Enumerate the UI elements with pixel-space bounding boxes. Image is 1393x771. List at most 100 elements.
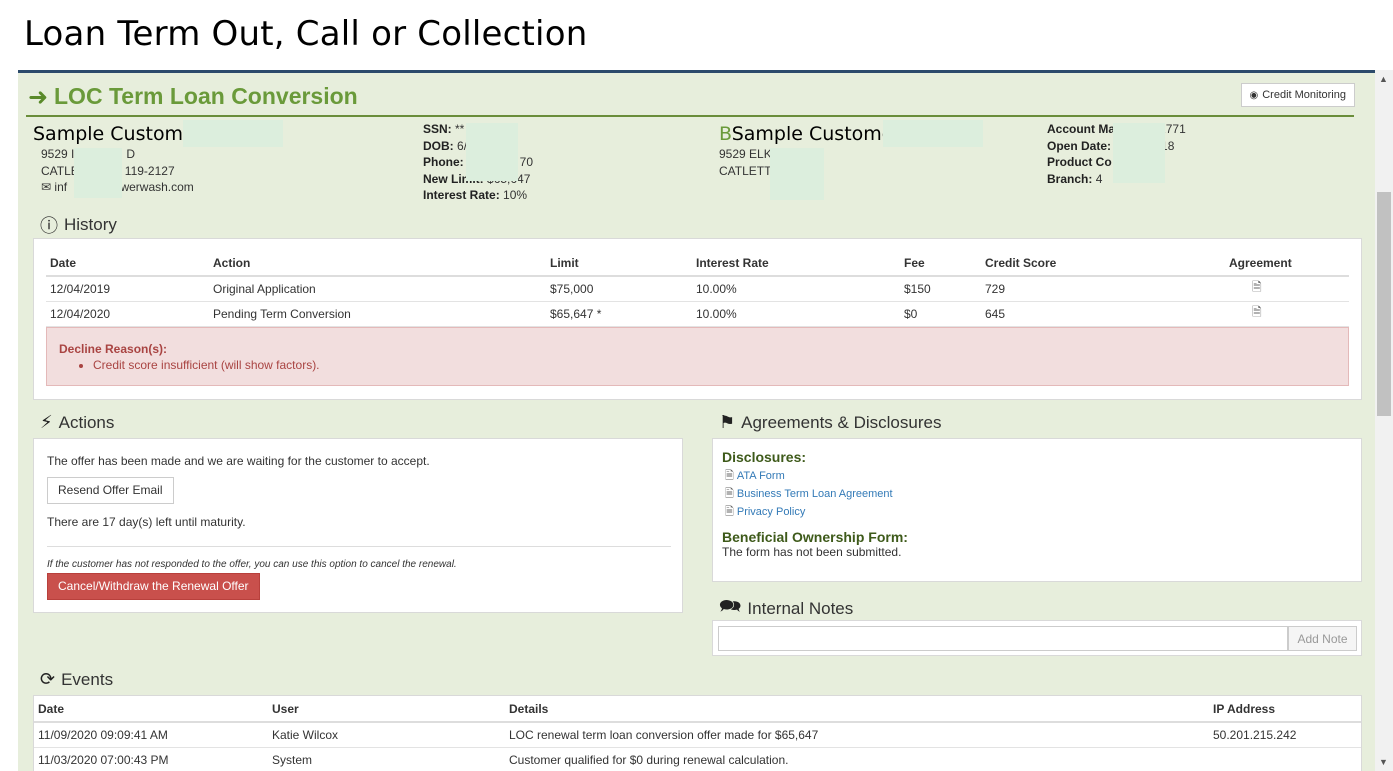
product-code-label: Product Co xyxy=(1047,155,1112,169)
credit-monitoring-button[interactable]: ◉ Credit Monitoring xyxy=(1240,83,1355,107)
agreements-panel: Disclosures: 🗎 ATA Form 🗎 Business Term Lo… xyxy=(712,438,1362,582)
link-label: Privacy Policy xyxy=(736,506,806,518)
decline-title: Decline Reason(s): xyxy=(59,342,168,356)
agreements-heading: ⚑ Agreements & Disclosures xyxy=(719,412,941,433)
history-fee: $0 xyxy=(900,301,981,327)
divider xyxy=(47,546,671,547)
event-user: Katie Wilcox xyxy=(268,722,505,748)
pdf-file-icon[interactable]: 🗎 xyxy=(1252,280,1262,294)
business-prefix: B xyxy=(719,123,732,145)
history-col-rate: Interest Rate xyxy=(692,250,900,277)
events-heading: ⟳ Events xyxy=(40,669,113,690)
phone-value: 70 xyxy=(519,155,534,169)
tag-icon: ⚑ xyxy=(719,412,736,432)
bolt-icon: ⚡ xyxy=(40,412,53,432)
redaction xyxy=(74,148,122,198)
business-term-loan-agreement-link[interactable]: 🗎 Business Term Loan Agreement xyxy=(725,485,908,503)
note-input[interactable] xyxy=(718,626,1288,651)
maturity-text: There are 17 day(s) left until maturity. xyxy=(47,515,246,529)
scroll-down-arrow-icon[interactable]: ▼ xyxy=(1379,757,1388,767)
page-header: ➜ LOC Term Loan Conversion ◉ Credit Moni… xyxy=(26,81,1355,117)
history-col-fee: Fee xyxy=(900,250,981,277)
waiting-text: The offer has been made and we are waiti… xyxy=(47,454,430,468)
history-limit: $65,647 * xyxy=(546,301,692,327)
actions-heading-text: Actions xyxy=(58,412,115,432)
ata-form-link[interactable]: 🗎 ATA Form xyxy=(725,467,908,485)
redaction xyxy=(883,120,983,147)
table-row: 12/04/2020 Pending Term Conversion $65,6… xyxy=(46,301,1349,327)
events-col-user: User xyxy=(268,696,505,723)
history-fee: $150 xyxy=(900,276,981,302)
scroll-up-arrow-icon[interactable]: ▲ xyxy=(1379,74,1388,84)
business-city: CATLETT, xyxy=(719,163,774,178)
redaction xyxy=(1113,123,1165,183)
resend-offer-button[interactable]: Resend Offer Email xyxy=(47,477,174,504)
cancel-renewal-button[interactable]: Cancel/Withdraw the Renewal Offer xyxy=(47,573,260,600)
link-label: ATA Form xyxy=(736,470,785,482)
history-icon: ⟳ xyxy=(40,669,56,689)
table-row: 11/09/2020 09:09:41 AM Katie Wilcox LOC … xyxy=(34,722,1361,748)
add-note-button[interactable]: Add Note xyxy=(1288,626,1357,651)
interest-rate-label: Interest Rate: xyxy=(423,188,500,202)
open-date-label: Open Date: xyxy=(1047,138,1112,153)
history-panel: Date Action Limit Interest Rate Fee Cred… xyxy=(33,238,1362,400)
history-score: 645 xyxy=(981,301,1225,327)
customer-address-end: D xyxy=(126,147,136,161)
decline-alert: Decline Reason(s): Credit score insuffic… xyxy=(46,327,1349,386)
history-heading-text: History xyxy=(64,215,117,234)
history-col-limit: Limit xyxy=(546,250,692,277)
history-rate: 10.00% xyxy=(692,301,900,327)
eye-icon: ◉ xyxy=(1249,89,1259,101)
history-score: 729 xyxy=(981,276,1225,302)
ssn-value: ** xyxy=(455,122,465,136)
app-window: ➜ LOC Term Loan Conversion ◉ Credit Moni… xyxy=(18,70,1375,771)
event-ip: 50.201.215.242 xyxy=(1209,722,1361,748)
loan-info-block: SSN: ** DOB: 6/ Phone:70 New Limit: $65,… xyxy=(423,121,623,204)
beneficial-ownership-label: Beneficial Ownership Form: xyxy=(722,529,908,545)
history-table: Date Action Limit Interest Rate Fee Cred… xyxy=(46,250,1349,327)
pdf-file-icon[interactable]: 🗎 xyxy=(1252,305,1262,319)
scroll-thumb[interactable] xyxy=(1377,192,1391,416)
interest-rate-value: 10% xyxy=(503,188,528,202)
dob-label: DOB: xyxy=(423,138,454,153)
decline-reason: Credit score insufficient (will show fac… xyxy=(93,358,1336,372)
history-action: Pending Term Conversion xyxy=(209,301,546,327)
history-date: 12/04/2020 xyxy=(46,301,209,327)
link-label: Business Term Loan Agreement xyxy=(736,488,893,500)
info-circle-icon: ⓘ xyxy=(40,216,58,236)
history-col-score: Credit Score xyxy=(981,250,1225,277)
beneficial-ownership-status: The form has not been submitted. xyxy=(722,545,902,559)
disclosures-label: Disclosures: xyxy=(722,449,807,465)
table-row: 12/04/2019 Original Application $75,000 … xyxy=(46,276,1349,302)
history-col-action: Action xyxy=(209,250,546,277)
credit-monitoring-label: Credit Monitoring xyxy=(1262,89,1346,101)
events-col-ip: IP Address xyxy=(1209,696,1361,723)
actions-panel: The offer has been made and we are waiti… xyxy=(33,438,683,613)
branch-value: 4 xyxy=(1095,171,1103,186)
actions-heading: ⚡ Actions xyxy=(40,412,114,433)
events-heading-text: Events xyxy=(61,669,114,689)
privacy-policy-link[interactable]: 🗎 Privacy Policy xyxy=(725,503,908,521)
history-heading: ⓘ History xyxy=(40,212,117,238)
event-date: 11/03/2020 07:00:43 PM xyxy=(34,747,268,771)
redaction xyxy=(183,120,283,147)
events-col-details: Details xyxy=(505,696,1209,723)
table-row: 11/03/2020 07:00:43 PM System Customer q… xyxy=(34,747,1361,771)
event-details: LOC renewal term loan conversion offer m… xyxy=(505,722,1209,748)
redaction xyxy=(770,148,824,200)
history-col-agreement: Agreement xyxy=(1225,250,1349,277)
file-icon: 🗎 xyxy=(725,506,734,518)
customer-email-start: inf xyxy=(54,180,68,194)
vertical-scrollbar[interactable]: ▲ ▼ xyxy=(1375,70,1393,771)
history-col-date: Date xyxy=(46,250,209,277)
history-rate: 10.00% xyxy=(692,276,900,302)
customer-address-start: 9529 I xyxy=(41,147,75,161)
history-action: Original Application xyxy=(209,276,546,302)
events-table: Date User Details IP Address 11/09/2020 … xyxy=(34,696,1361,771)
slide-title: Loan Term Out, Call or Collection xyxy=(24,14,588,54)
events-col-date: Date xyxy=(34,696,268,723)
event-details: Customer qualified for $0 during renewal… xyxy=(505,747,1209,771)
business-name: Sample Customer xyxy=(731,123,902,145)
file-icon: 🗎 xyxy=(725,488,734,500)
arrow-right-icon: ➜ xyxy=(28,84,49,111)
